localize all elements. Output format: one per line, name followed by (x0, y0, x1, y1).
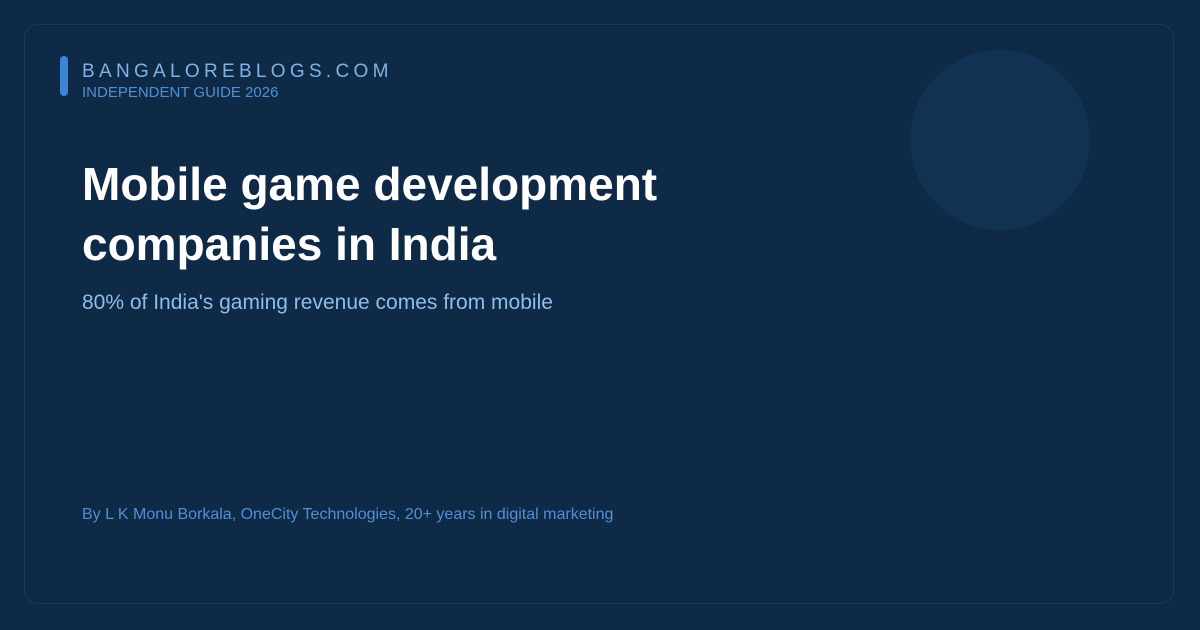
page-title-line-1: Mobile game development (82, 158, 658, 210)
decorative-circle (910, 50, 1090, 230)
social-card-page: BANGALOREBLOGS.COM INDEPENDENT GUIDE 202… (0, 0, 1200, 630)
page-title-line-2: companies in India (82, 218, 497, 270)
accent-bar (60, 56, 68, 96)
site-brand: BANGALOREBLOGS.COM (82, 61, 393, 82)
page-subtitle: 80% of India's gaming revenue comes from… (82, 291, 553, 314)
page-title: Mobile game development companies in Ind… (82, 154, 842, 274)
site-tagline: INDEPENDENT GUIDE 2026 (82, 84, 279, 101)
author-byline: By L K Monu Borkala, OneCity Technologie… (82, 506, 614, 523)
